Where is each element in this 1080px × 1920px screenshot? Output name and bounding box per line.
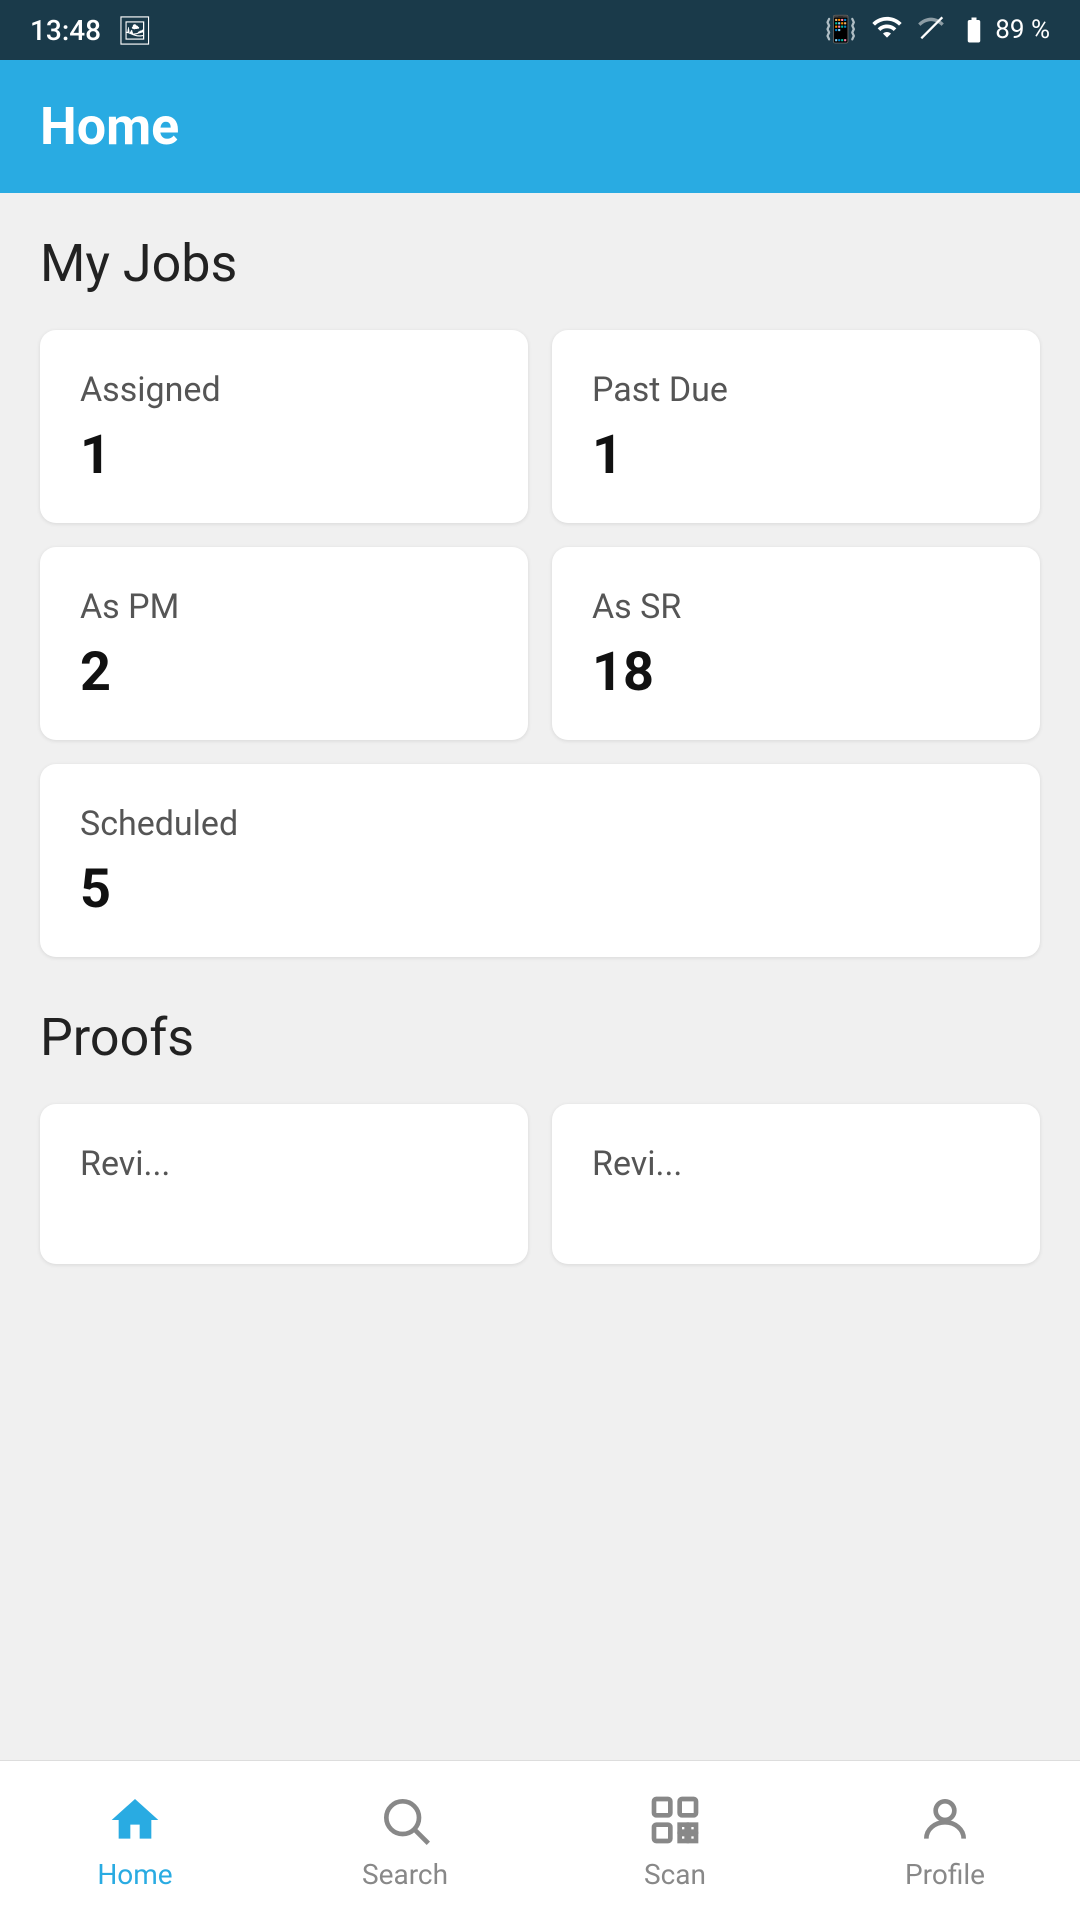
nav-home[interactable]: Home <box>0 1761 270 1920</box>
scheduled-card[interactable]: Scheduled 5 <box>40 764 1040 957</box>
as-pm-card[interactable]: As PM 2 <box>40 547 528 740</box>
proof-label-0: Revi... <box>80 1144 488 1184</box>
search-icon <box>375 1790 435 1850</box>
as-pm-label: As PM <box>80 587 488 627</box>
proofs-title: Proofs <box>40 1007 1040 1068</box>
past-due-label: Past Due <box>592 370 1000 410</box>
nav-search-label: Search <box>362 1858 448 1891</box>
as-sr-value: 18 <box>592 641 1000 704</box>
nav-home-label: Home <box>97 1858 172 1891</box>
status-time: 13:48 <box>30 14 101 47</box>
main-content: My Jobs Assigned 1 Past Due 1 As PM 2 As… <box>0 193 1080 1783</box>
wifi-icon <box>871 11 903 50</box>
nav-profile-label: Profile <box>905 1858 985 1891</box>
proof-card-1[interactable]: Revi... <box>552 1104 1040 1264</box>
bottom-nav: Home Search Scan <box>0 1760 1080 1920</box>
vibrate-icon: 📳 <box>825 15 857 45</box>
my-jobs-section: My Jobs Assigned 1 Past Due 1 As PM 2 As… <box>40 233 1040 957</box>
proofs-grid: Revi... Revi... <box>40 1104 1040 1264</box>
assigned-card[interactable]: Assigned 1 <box>40 330 528 523</box>
scheduled-value: 5 <box>80 858 1000 921</box>
as-sr-label: As SR <box>592 587 1000 627</box>
proof-label-1: Revi... <box>592 1144 1000 1184</box>
app-header: Home <box>0 60 1080 193</box>
past-due-value: 1 <box>592 424 1000 487</box>
proof-card-0[interactable]: Revi... <box>40 1104 528 1264</box>
proofs-section: Proofs Revi... Revi... <box>40 1007 1040 1264</box>
assigned-label: Assigned <box>80 370 488 410</box>
assigned-value: 1 <box>80 424 488 487</box>
page-title: Home <box>40 96 1040 157</box>
profile-icon <box>915 1790 975 1850</box>
jobs-grid: Assigned 1 Past Due 1 As PM 2 As SR 18 <box>40 330 1040 740</box>
nav-scan-label: Scan <box>644 1858 706 1891</box>
as-sr-card[interactable]: As SR 18 <box>552 547 1040 740</box>
scan-icon <box>645 1790 705 1850</box>
my-jobs-title: My Jobs <box>40 233 1040 294</box>
nav-profile[interactable]: Profile <box>810 1761 1080 1920</box>
status-right: 📳 89 % <box>825 11 1050 50</box>
as-pm-value: 2 <box>80 641 488 704</box>
status-left: 13:48 🖼 <box>30 14 153 47</box>
battery-icon: 89 % <box>959 15 1050 45</box>
home-icon <box>105 1790 165 1850</box>
nav-search[interactable]: Search <box>270 1761 540 1920</box>
photo-icon: 🖼 <box>117 14 153 47</box>
scheduled-label: Scheduled <box>80 804 1000 844</box>
past-due-card[interactable]: Past Due 1 <box>552 330 1040 523</box>
status-bar: 13:48 🖼 📳 89 % <box>0 0 1080 60</box>
nav-scan[interactable]: Scan <box>540 1761 810 1920</box>
signal-icon <box>917 13 945 47</box>
